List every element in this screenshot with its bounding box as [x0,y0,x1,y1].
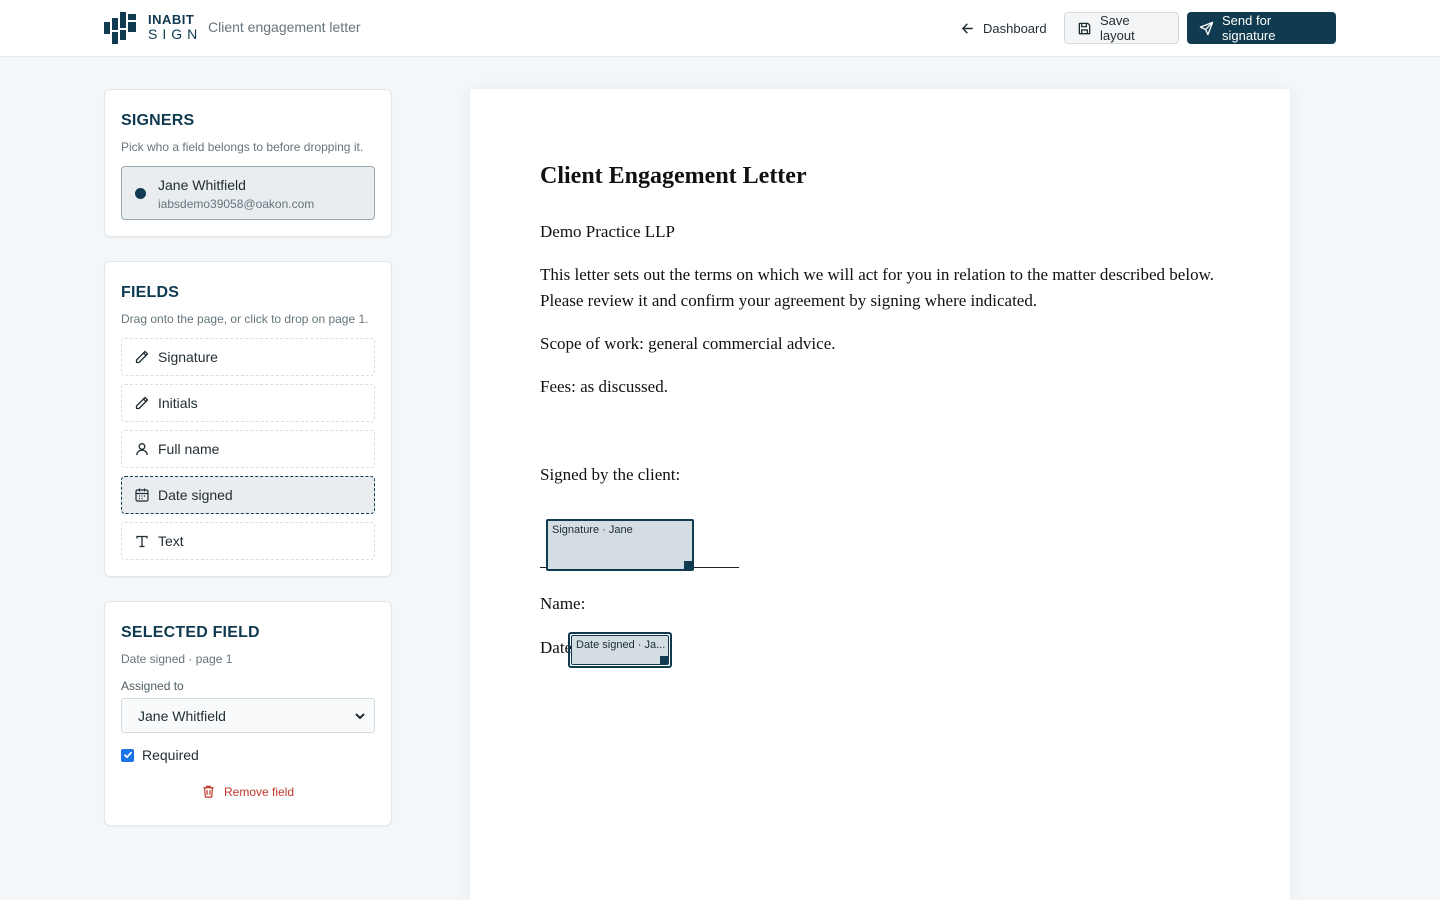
field-text[interactable]: Text [121,522,375,560]
selected-field-subtitle: Date signed · page 1 [121,652,233,666]
document-name-label: Name: [540,594,586,613]
text-icon [136,535,148,548]
placed-signature-field[interactable]: Signature · Jane [546,519,694,571]
resize-handle[interactable] [660,656,668,664]
assigned-to-value: Jane Whitfield [138,707,226,724]
signer-name: Jane Whitfield [158,177,246,193]
document-signed-by: Signed by the client: [540,465,681,484]
send-for-signature-button[interactable]: Send for signature [1187,12,1336,44]
send-for-signature-label: Send for signature [1222,13,1276,43]
pen-icon [135,350,149,364]
signer-item[interactable]: Jane Whitfield iabsdemo39058@oakon.com [121,166,375,220]
field-date-signed-label: Date signed [158,487,233,503]
field-full-name[interactable]: Full name [121,430,375,468]
dashboard-label: Dashboard [983,20,1047,36]
user-icon [136,443,148,456]
save-layout-button[interactable]: Save layout [1064,12,1179,44]
field-signature-label: Signature [158,349,218,365]
document-title: Client engagement letter [208,19,361,35]
required-row: Required [121,747,199,763]
document-intro: This letter sets out the terms on which … [540,265,1214,310]
remove-field-label: Remove field [224,784,295,799]
dashboard-button[interactable]: Dashboard [948,12,1059,44]
signer-color-dot [135,188,146,199]
field-initials[interactable]: Initials [121,384,375,422]
signers-panel: SIGNERS Pick who a field belongs to befo… [104,89,392,237]
field-signature[interactable]: Signature [121,338,375,376]
checkmark-icon [123,751,132,759]
fields-panel: FIELDS Drag onto the page, or click to d… [104,261,392,577]
field-full-name-label: Full name [158,441,220,457]
field-date-signed[interactable]: Date signed [121,476,375,514]
logo-mark-icon [104,12,137,44]
logo-wordmark: INABIT SIGN [148,12,203,42]
logo-line-1: INABIT [148,12,195,27]
pen-icon [135,396,149,410]
document-firm: Demo Practice LLP [540,222,676,241]
chevron-down-icon [355,713,365,719]
selected-field-panel: SELECTED FIELD Date signed · page 1 Assi… [104,601,392,826]
fields-subtitle: Drag onto the page, or click to drop on … [121,312,369,326]
assigned-to-select[interactable]: Jane Whitfield [121,698,375,733]
placed-date-signed-field[interactable]: Date signed · Ja... [571,635,669,665]
save-layout-label: Save layout [1100,13,1135,43]
resize-handle[interactable] [684,561,692,569]
logo-line-2: SIGN [148,26,203,42]
document-heading: Client Engagement Letter [540,163,807,189]
fields-title: FIELDS [121,284,180,301]
required-checkbox[interactable] [121,748,134,762]
assigned-to-label: Assigned to [121,679,184,693]
arrow-left-icon [962,23,973,33]
signers-subtitle: Pick who a field belongs to before dropp… [121,140,364,154]
signer-email: iabsdemo39058@oakon.com [158,197,315,211]
app-logo[interactable]: INABIT SIGN [104,12,197,44]
placed-date-label: Date signed · Ja... [576,639,666,651]
document-scope: Scope of work: general commercial advice… [540,334,836,353]
selected-field-title: SELECTED FIELD [121,624,260,641]
remove-field-button[interactable]: Remove field [201,784,294,799]
document-fees: Fees: as discussed. [540,377,668,396]
field-text-label: Text [158,533,184,549]
document-page[interactable]: Client Engagement Letter Demo Practice L… [470,89,1290,900]
trash-icon [203,785,214,798]
calendar-icon [135,488,149,502]
placed-signature-label: Signature · Jane [552,524,633,536]
send-icon [1199,21,1214,35]
top-bar: INABIT SIGN Client engagement letter Das… [0,0,1440,57]
field-initials-label: Initials [158,395,198,411]
required-label: Required [142,747,199,763]
signers-title: SIGNERS [121,112,195,129]
save-icon [1078,22,1091,34]
